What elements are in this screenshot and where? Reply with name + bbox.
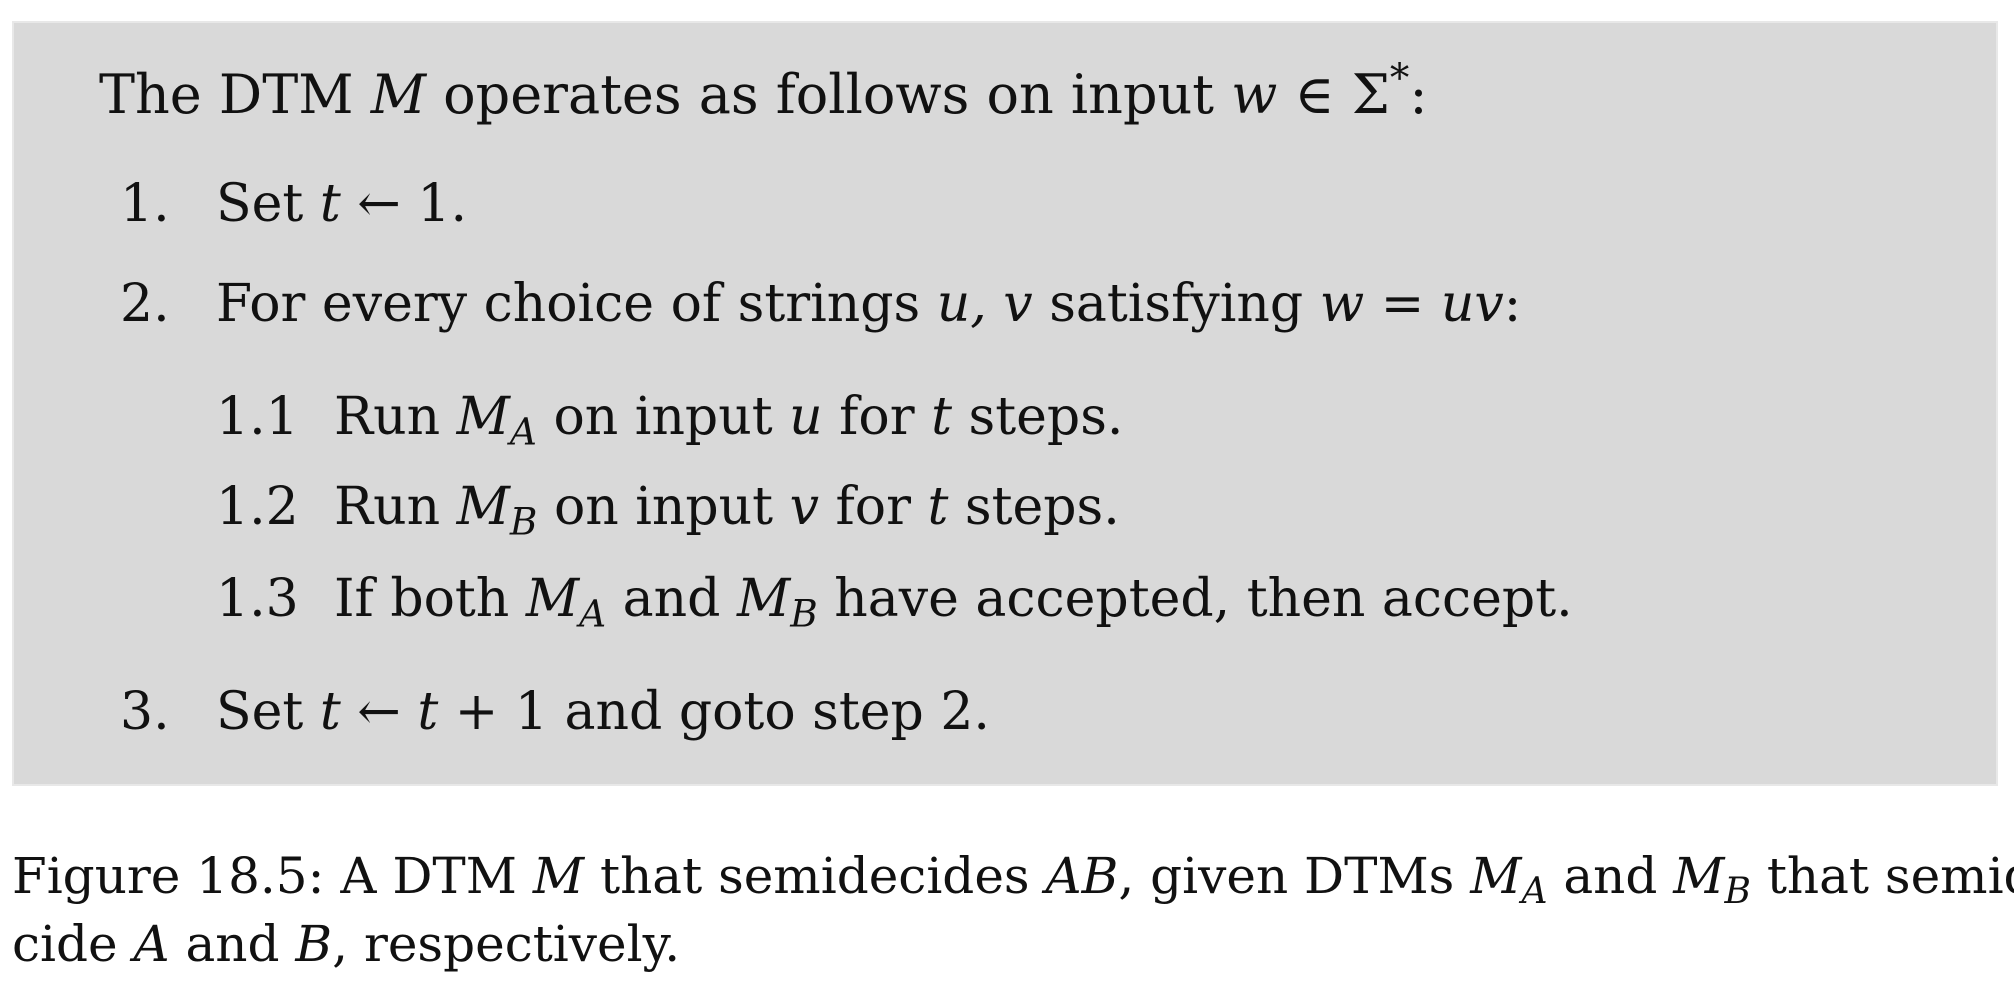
step-text: + 1 and goto step 2.	[438, 682, 990, 742]
language-ab-symbol: AB	[1045, 847, 1119, 905]
step-text: steps.	[948, 477, 1120, 537]
step-text: for	[819, 477, 928, 537]
page: The DTM M operates as follows on input w…	[0, 0, 2014, 992]
step-1-number: 1.	[120, 174, 170, 234]
machine-symbol: M	[736, 569, 791, 629]
string-v-symbol: v	[789, 477, 819, 537]
step-2-text: For every choice of strings u, v satisfy…	[216, 278, 1521, 330]
time-symbol: t	[319, 682, 341, 742]
substep-1-2-text: Run MB on input v for t steps.	[334, 481, 1120, 540]
machine-symbol: M	[1673, 847, 1725, 905]
input-symbol: w	[1319, 274, 1365, 334]
caption-text: that semidecides	[584, 847, 1046, 905]
step-3-text: Set t ← t + 1 and goto step 2.	[216, 686, 990, 738]
kleene-star: *	[1389, 56, 1410, 102]
caption-text: , given DTMs	[1118, 847, 1471, 905]
string-u-symbol: u	[789, 387, 823, 447]
step-text: steps.	[952, 387, 1124, 447]
intro-text: :	[1409, 63, 1428, 126]
machine-symbol: M	[525, 569, 580, 629]
caption-line-2: cide A and B, respectively.	[12, 910, 2002, 978]
time-symbol: t	[417, 682, 439, 742]
step-text: ← 1.	[340, 174, 467, 234]
caption-text: cide	[12, 915, 134, 973]
intro-text: operates as follows on input	[425, 63, 1232, 126]
time-symbol: t	[927, 477, 949, 537]
step-text: and	[606, 569, 737, 629]
strings-symbol: u, v	[936, 274, 1033, 334]
step-text: Set	[216, 682, 320, 742]
time-symbol: t	[931, 387, 953, 447]
intro-text: The DTM	[99, 63, 371, 126]
step-text: ←	[340, 682, 418, 742]
machine-symbol: M	[532, 847, 585, 905]
caption-line-1: Figure 18.5: A DTM M that semidecides AB…	[12, 842, 2014, 913]
substep-1-1-number: 1.1	[216, 387, 299, 447]
step-text: have accepted, then accept.	[817, 569, 1573, 629]
caption-text: and	[1547, 847, 1674, 905]
substep-1-1-text: Run MA on input u for t steps.	[334, 391, 1123, 450]
substep-1-3-text: If both MA and MB have accepted, then ac…	[334, 573, 1573, 632]
step-text: on input	[536, 387, 790, 447]
time-symbol: t	[319, 174, 341, 234]
substep-1-2-number: 1.2	[216, 477, 299, 537]
algorithm-intro: The DTM M operates as follows on input w…	[99, 60, 1428, 122]
step-text: Run	[334, 477, 457, 537]
step-text: Set	[216, 174, 320, 234]
step-text: :	[1503, 274, 1522, 334]
subscript-a: A	[1521, 871, 1548, 913]
input-symbol: w	[1231, 63, 1278, 126]
step-1-text: Set t ← 1.	[216, 178, 467, 230]
intro-text: ∈ Σ	[1277, 63, 1390, 126]
machine-symbol: M	[370, 63, 426, 126]
concat-symbol: uv	[1440, 274, 1504, 334]
machine-symbol: M	[456, 387, 510, 447]
step-text: Run	[334, 387, 457, 447]
step-3-number: 3.	[120, 682, 170, 742]
step-2-number: 2.	[120, 274, 170, 334]
step-text: satisfying	[1032, 274, 1320, 334]
subscript-b: B	[509, 499, 538, 544]
step-text: for	[822, 387, 932, 447]
language-a-symbol: A	[133, 915, 170, 973]
subscript-a: A	[579, 591, 607, 636]
caption-text: that semide-	[1766, 847, 2014, 905]
step-text: For every choice of strings	[216, 274, 937, 334]
machine-symbol: M	[456, 477, 510, 537]
step-text: on input	[537, 477, 790, 537]
algorithm-box: The DTM M operates as follows on input w…	[12, 21, 1998, 786]
language-b-symbol: B	[295, 915, 333, 973]
caption-text: , respectively.	[332, 915, 681, 973]
machine-symbol: M	[1470, 847, 1522, 905]
subscript-a: A	[509, 409, 537, 454]
step-text: If both	[334, 569, 526, 629]
caption-text: Figure 18.5: A DTM	[12, 847, 533, 905]
subscript-b: B	[1724, 871, 1751, 913]
caption-text: and	[169, 915, 296, 973]
figure-caption: Figure 18.5: A DTM M that semidecides AB…	[12, 842, 2014, 978]
subscript-b: B	[790, 591, 818, 636]
step-text: =	[1364, 274, 1441, 334]
substep-1-3-number: 1.3	[216, 569, 299, 629]
